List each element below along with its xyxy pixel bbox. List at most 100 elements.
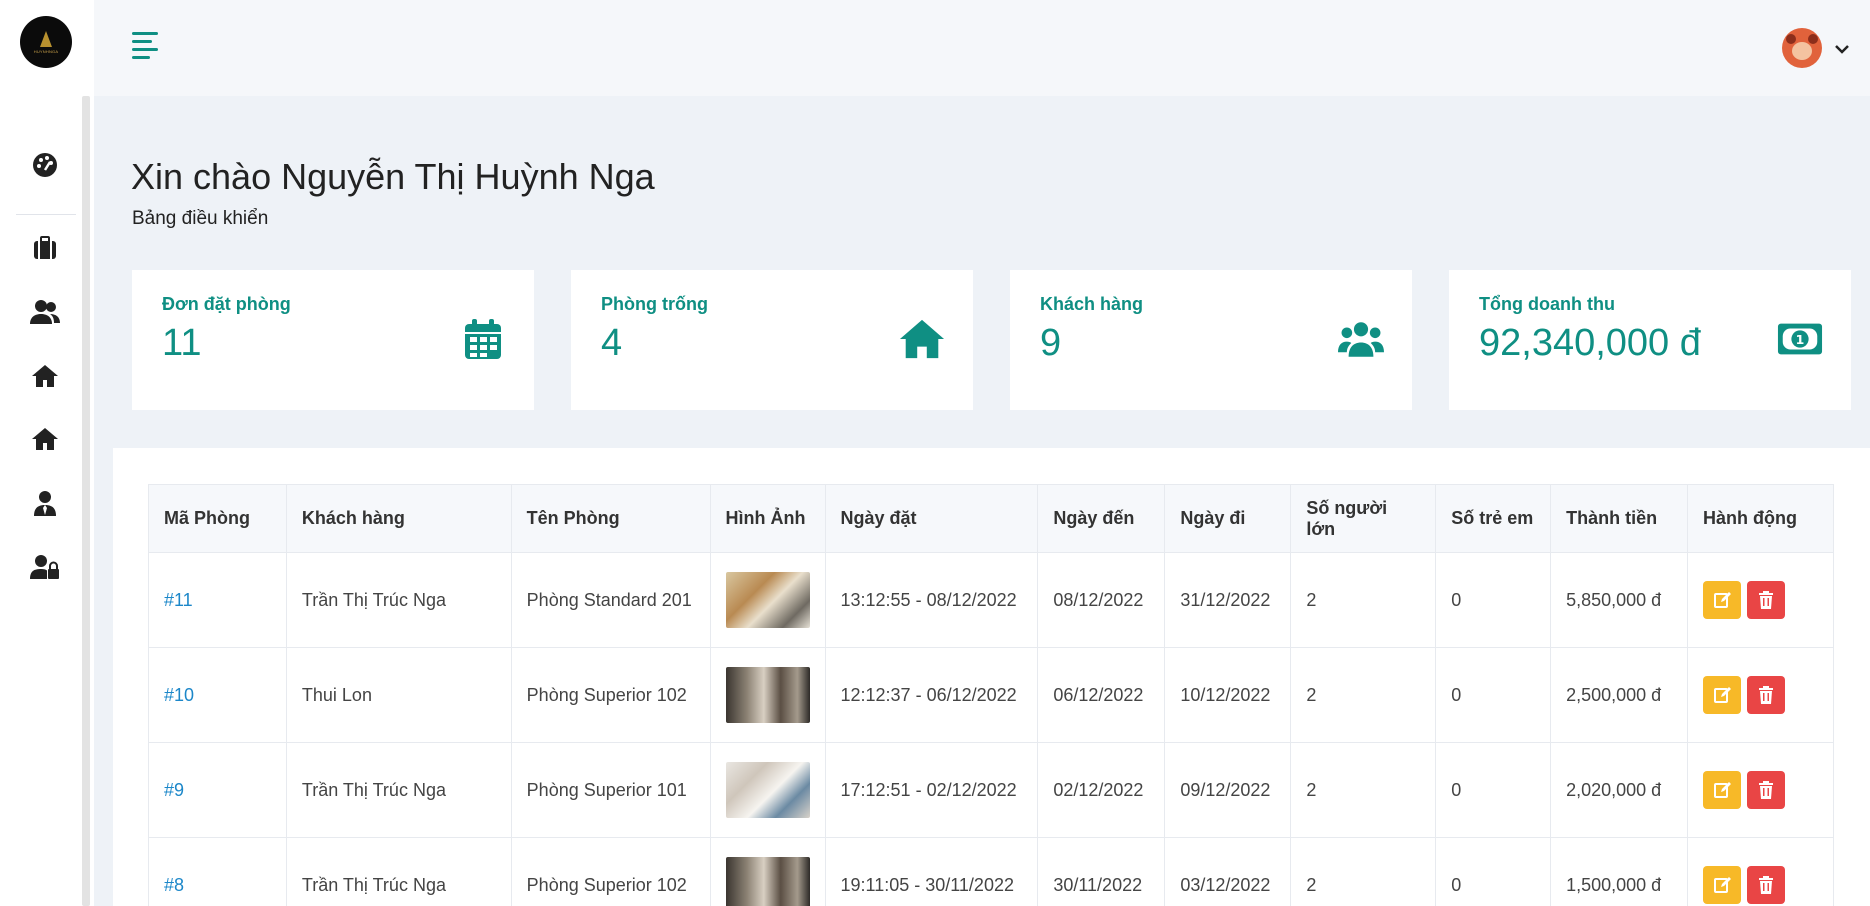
briefcase-icon: [34, 236, 56, 259]
stat-label: Đơn đặt phòng: [162, 294, 291, 314]
booked-at: 12:12:37 - 06/12/2022: [824, 647, 1039, 743]
user-tie-icon: [34, 491, 56, 516]
row-actions: [1687, 837, 1834, 906]
col-actions: Hành động: [1687, 484, 1834, 553]
home-icon: [32, 365, 58, 387]
sidebar-item-dashboard[interactable]: [30, 150, 60, 180]
total-amount: 1,500,000 đ: [1550, 837, 1689, 906]
col-departure[interactable]: Ngày đi: [1164, 484, 1292, 553]
trash-icon: [1759, 781, 1774, 799]
adults-count: 2: [1290, 552, 1437, 648]
room-code-link[interactable]: #10: [148, 647, 287, 743]
departure-date: 03/12/2022: [1164, 837, 1292, 906]
trash-icon: [1759, 876, 1774, 894]
edit-icon: [1714, 782, 1732, 798]
trash-icon: [1759, 686, 1774, 704]
col-children[interactable]: Số trẻ em: [1435, 484, 1552, 553]
room-thumbnail[interactable]: [725, 667, 810, 723]
dashboard-icon: [33, 153, 57, 177]
departure-date: 31/12/2022: [1164, 552, 1292, 648]
col-total[interactable]: Thành tiền: [1550, 484, 1689, 553]
booked-at: 19:11:05 - 30/11/2022: [824, 837, 1039, 906]
booked-at: 13:12:55 - 08/12/2022: [824, 552, 1039, 648]
sidebar-item-bookings[interactable]: [30, 233, 60, 263]
delete-button[interactable]: [1747, 676, 1786, 714]
bookings-table: Mã Phòng Khách hàng Tên Phòng Hình Ảnh N…: [148, 484, 1834, 906]
room-image-cell: [709, 837, 826, 906]
room-name: Phòng Standard 201: [510, 552, 711, 648]
col-image[interactable]: Hình Ảnh: [709, 484, 826, 553]
edit-button[interactable]: [1703, 581, 1742, 619]
row-actions: [1687, 552, 1834, 648]
children-count: 0: [1435, 837, 1552, 906]
arrival-date: 02/12/2022: [1037, 742, 1166, 838]
sidebar-item-room-types[interactable]: [30, 424, 60, 454]
customer-name: Trần Thị Trúc Nga: [285, 742, 512, 838]
room-thumbnail[interactable]: [725, 762, 810, 818]
room-code-link[interactable]: #9: [148, 742, 287, 838]
table-row: #8 Trần Thị Trúc Nga Phòng Superior 102 …: [148, 837, 1834, 906]
stat-card-revenue: Tổng doanh thu 92,340,000 đ 1: [1449, 270, 1851, 410]
delete-button[interactable]: [1747, 866, 1786, 904]
menu-toggle-icon[interactable]: [132, 32, 162, 59]
chevron-down-icon[interactable]: [1834, 38, 1850, 59]
room-name: Phòng Superior 102: [510, 837, 711, 906]
row-actions: [1687, 742, 1834, 838]
room-name: Phòng Superior 101: [510, 742, 711, 838]
user-avatar[interactable]: [1782, 28, 1822, 68]
page-subtitle: Bảng điều khiển: [132, 208, 269, 229]
stat-value: 92,340,000 đ: [1479, 322, 1701, 364]
children-count: 0: [1435, 742, 1552, 838]
room-code-link[interactable]: #11: [148, 552, 287, 648]
stat-value: 11: [162, 322, 202, 364]
stat-value: 4: [601, 322, 623, 364]
delete-button[interactable]: [1747, 771, 1786, 809]
stat-card-available-rooms: Phòng trống 4: [571, 270, 973, 410]
sidebar-item-staff[interactable]: [30, 488, 60, 518]
sidebar-item-accounts[interactable]: [30, 552, 60, 582]
adults-count: 2: [1290, 837, 1437, 906]
col-booked-at[interactable]: Ngày đặt: [824, 484, 1039, 553]
customer-name: Trần Thị Trúc Nga: [285, 552, 512, 648]
user-lock-icon: [30, 555, 59, 579]
edit-button[interactable]: [1703, 771, 1742, 809]
edit-icon: [1714, 687, 1732, 703]
arrival-date: 30/11/2022: [1037, 837, 1166, 906]
col-adults[interactable]: Số người lớn: [1290, 484, 1437, 553]
stat-label: Phòng trống: [601, 294, 708, 314]
sidebar-item-rooms[interactable]: [30, 361, 60, 391]
stat-card-customers: Khách hàng 9: [1010, 270, 1412, 410]
col-room-name[interactable]: Tên Phòng: [510, 484, 711, 553]
departure-date: 09/12/2022: [1164, 742, 1292, 838]
edit-icon: [1714, 877, 1732, 893]
home-icon: [899, 316, 945, 362]
sidebar-divider: [16, 214, 76, 215]
home-icon: [32, 428, 58, 450]
edit-button[interactable]: [1703, 866, 1742, 904]
adults-count: 2: [1290, 647, 1437, 743]
brand-logo-text: HUYNHNGA: [33, 48, 59, 54]
customer-name: Trần Thị Trúc Nga: [285, 837, 512, 906]
delete-button[interactable]: [1747, 581, 1786, 619]
total-amount: 5,850,000 đ: [1550, 552, 1689, 648]
money-bill-icon: 1: [1777, 316, 1823, 362]
total-amount: 2,500,000 đ: [1550, 647, 1689, 743]
brand-logo[interactable]: HUYNHNGA: [20, 16, 72, 68]
sidebar-scrollbar[interactable]: [82, 96, 90, 906]
topbar: [94, 0, 1870, 96]
children-count: 0: [1435, 552, 1552, 648]
svg-text:1: 1: [1796, 332, 1805, 347]
users-icon: [30, 300, 60, 324]
room-thumbnail[interactable]: [725, 572, 810, 628]
stat-label: Khách hàng: [1040, 294, 1144, 314]
col-arrival[interactable]: Ngày đến: [1037, 484, 1166, 553]
stat-label: Tổng doanh thu: [1479, 294, 1615, 314]
edit-button[interactable]: [1703, 676, 1742, 714]
departure-date: 10/12/2022: [1164, 647, 1292, 743]
col-customer[interactable]: Khách hàng: [285, 484, 512, 553]
room-code-link[interactable]: #8: [148, 837, 287, 906]
children-count: 0: [1435, 647, 1552, 743]
room-thumbnail[interactable]: [725, 857, 810, 906]
col-room-code[interactable]: Mã Phòng: [148, 484, 287, 553]
sidebar-item-customers[interactable]: [30, 297, 60, 327]
